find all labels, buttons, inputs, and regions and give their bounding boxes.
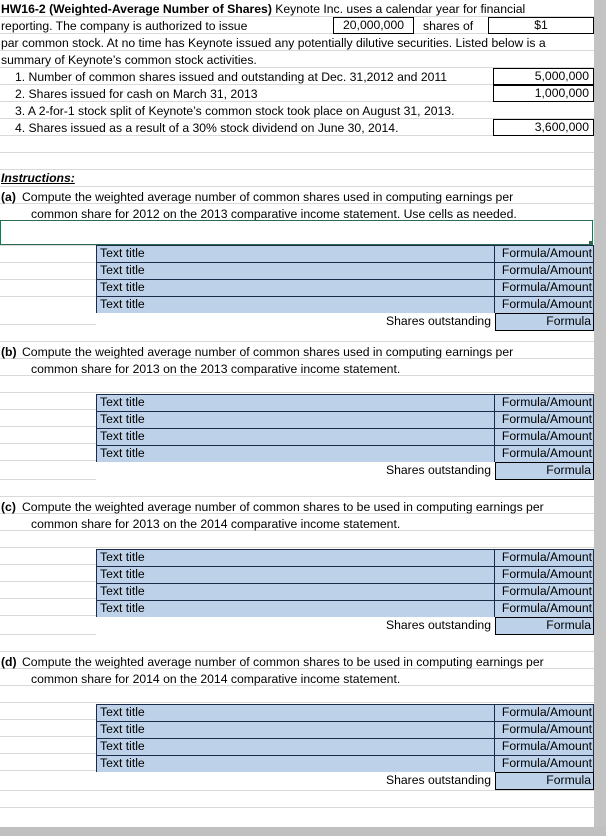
total-label: Shares outstanding (96, 462, 495, 480)
row-title-cell[interactable]: Text title (96, 549, 495, 566)
row-gridline (0, 790, 594, 791)
part-d-line1: Compute the weighted average number of c… (22, 655, 544, 669)
fact-value-1[interactable]: 5,000,000 (493, 68, 594, 85)
total-label: Shares outstanding (96, 313, 495, 331)
row-amount-cell[interactable]: Formula/Amount (495, 279, 594, 296)
fact-label-1: 1. Number of common shares issued and ou… (15, 70, 448, 84)
row-title-cell[interactable]: Text title (96, 583, 495, 600)
row-title-cell[interactable]: Text title (96, 704, 495, 721)
row-title-cell[interactable]: Text title (96, 755, 495, 772)
problem-statement-line4: summary of Keynote’s common stock activi… (1, 53, 257, 67)
row-amount-cell[interactable]: Formula/Amount (495, 445, 594, 462)
fact-label-2: 2. Shares issued for cash on March 31, 2… (15, 87, 258, 101)
vertical-scrollbar[interactable] (594, 0, 606, 827)
row-title-cell[interactable]: Text title (96, 566, 495, 583)
part-d-letter: (d) (1, 655, 17, 669)
active-range-selection[interactable] (0, 220, 593, 245)
row-title-cell[interactable]: Text title (96, 428, 495, 445)
row-gridline (0, 392, 594, 393)
row-title-cell[interactable]: Text title (96, 738, 495, 755)
fact-value-4[interactable]: 3,600,000 (493, 119, 594, 136)
row-gridline (0, 547, 594, 548)
problem-statement-line3: par common stock. At no time has Keynote… (1, 36, 546, 50)
row-amount-cell[interactable]: Formula/Amount (495, 549, 594, 566)
row-amount-cell[interactable]: Formula/Amount (495, 262, 594, 279)
row-amount-cell[interactable]: Formula/Amount (495, 738, 594, 755)
row-gridline (0, 152, 594, 153)
part-b-letter: (b) (1, 345, 17, 359)
row-gridline (0, 651, 594, 652)
problem-line1-rest: Keynote Inc. uses a calendar year for fi… (271, 2, 526, 16)
row-amount-cell[interactable]: Formula/Amount (495, 755, 594, 772)
row-title-cell[interactable]: Text title (96, 262, 495, 279)
total-value-cell[interactable]: Formula (495, 617, 594, 635)
row-title-cell[interactable]: Text title (96, 411, 495, 428)
problem-statement-line2: reporting. The company is authorized to … (1, 18, 247, 35)
row-title-cell[interactable]: Text title (96, 394, 495, 411)
row-amount-cell[interactable]: Formula/Amount (495, 600, 594, 617)
total-value-cell[interactable]: Formula (495, 313, 594, 331)
problem-id: HW16-2 (Weighted-Average Number of Share… (1, 2, 272, 16)
part-b-line2: common share for 2013 on the 2013 compar… (31, 362, 401, 376)
row-gridline (0, 341, 594, 342)
row-amount-cell[interactable]: Formula/Amount (495, 296, 594, 313)
scrollbar-track[interactable] (594, 0, 606, 827)
part-c-line2: common share for 2013 on the 2014 compar… (31, 517, 401, 531)
line2-mid: shares of (423, 19, 474, 33)
fact-label-4: 4. Shares issued as a result of a 30% st… (15, 121, 399, 135)
row-title-cell[interactable]: Text title (96, 245, 495, 262)
part-b-line1: Compute the weighted average number of c… (22, 345, 514, 359)
row-amount-cell[interactable]: Formula/Amount (495, 245, 594, 262)
row-amount-cell[interactable]: Formula/Amount (495, 394, 594, 411)
part-a-letter: (a) (1, 190, 16, 204)
fact-label-3: 3. A 2-for-1 stock split of Keynote’s co… (15, 104, 455, 118)
row-amount-cell[interactable]: Formula/Amount (495, 721, 594, 738)
row-gridline (0, 807, 594, 808)
row-title-cell[interactable]: Text title (96, 600, 495, 617)
total-label: Shares outstanding (96, 772, 495, 790)
row-title-cell[interactable]: Text title (96, 445, 495, 462)
instructions-heading: Instructions: (1, 171, 75, 185)
total-value-cell[interactable]: Formula (495, 462, 594, 480)
part-d-line2: common share for 2014 on the 2014 compar… (31, 672, 401, 686)
row-gridline (0, 496, 594, 497)
row-amount-cell[interactable]: Formula/Amount (495, 566, 594, 583)
problem-statement-line1: HW16-2 (Weighted-Average Number of Share… (1, 1, 525, 18)
par-value-cell[interactable]: $1 (488, 17, 594, 34)
row-amount-cell[interactable]: Formula/Amount (495, 583, 594, 600)
part-c-letter: (c) (1, 500, 16, 514)
part-a-line1: Compute the weighted average number of c… (22, 190, 514, 204)
row-gridline (0, 169, 594, 170)
line2-before: reporting. The company is authorized to … (1, 19, 248, 33)
row-title-cell[interactable]: Text title (96, 296, 495, 313)
row-title-cell[interactable]: Text title (96, 279, 495, 296)
part-c-line1: Compute the weighted average number of c… (22, 500, 544, 514)
row-amount-cell[interactable]: Formula/Amount (495, 411, 594, 428)
total-value-cell[interactable]: Formula (495, 772, 594, 790)
authorized-shares-cell[interactable]: 20,000,000 (333, 17, 414, 34)
spreadsheet-sheet[interactable]: HW16-2 (Weighted-Average Number of Share… (0, 0, 594, 827)
fact-value-2[interactable]: 1,000,000 (493, 85, 594, 102)
bottom-chrome-band (0, 827, 606, 836)
total-label: Shares outstanding (96, 617, 495, 635)
row-amount-cell[interactable]: Formula/Amount (495, 704, 594, 721)
row-gridline (0, 702, 594, 703)
row-title-cell[interactable]: Text title (96, 721, 495, 738)
row-gridline (0, 186, 594, 187)
row-amount-cell[interactable]: Formula/Amount (495, 428, 594, 445)
